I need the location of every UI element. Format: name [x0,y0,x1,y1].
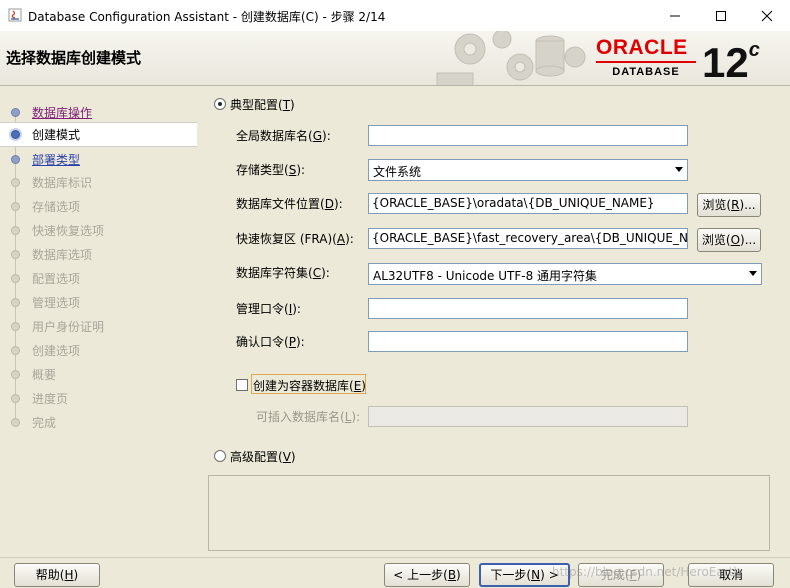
step-label: 数据库标识 [32,176,93,190]
watermark: https://blog.csdn.net/HeroEarth [552,565,741,579]
advanced-config-label[interactable]: 高级配置(V) [230,448,296,465]
admin-password-field[interactable] [368,298,688,319]
step-1[interactable]: 数据库操作 [0,101,197,123]
advanced-config-radio[interactable] [214,450,226,462]
step-label: 配置选项 [32,272,81,286]
step-label: 用户身份证明 [32,320,105,334]
page-title: 选择数据库创建模式 [6,49,142,67]
step-label: 部署类型 [32,153,81,167]
step-label: 数据库操作 [32,106,93,120]
step-indicator-icon [11,155,20,164]
maximize-button[interactable] [698,0,744,31]
db-file-location-label: 数据库文件位置(D): [236,197,343,211]
step-indicator-icon [11,226,20,235]
charset-select[interactable]: AL32UTF8 - Unicode UTF-8 通用字符集 [368,263,762,285]
step-5: 存储选项 [0,195,197,217]
step-indicator-icon [11,322,20,331]
info-panel [208,475,770,551]
confirm-password-label: 确认口令(P): [236,335,305,349]
step-label: 创建选项 [32,344,81,358]
step-indicator-icon [11,274,20,283]
step-indicator-icon [11,250,20,259]
step-indicator-icon [11,394,20,403]
step-4: 数据库标识 [0,171,197,193]
help-button[interactable]: 帮助(H) [14,563,100,587]
step-indicator-icon [11,346,20,355]
typical-config-radio[interactable] [214,98,226,110]
step-indicator-icon [11,130,20,139]
step-11: 创建选项 [0,339,197,361]
close-icon [761,10,773,22]
step-12: 概要 [0,363,197,385]
fra-location-field[interactable]: {ORACLE_BASE}\fast_recovery_area\{DB_UNI… [368,228,688,249]
chevron-down-icon [675,167,683,172]
step-8: 配置选项 [0,267,197,289]
step-7: 数据库选项 [0,243,197,265]
step-3[interactable]: 部署类型 [0,148,197,170]
step-2[interactable]: 创建模式 [0,122,197,147]
pluggable-db-name-field [368,406,688,427]
global-db-name-field[interactable] [368,125,688,146]
storage-type-select[interactable]: 文件系统 [368,159,688,181]
content-panel: 典型配置(T) 全局数据库名(G): 存储类型(S): 文件系统 数据库文件位置… [205,90,775,552]
charset-label: 数据库字符集(C): [236,266,330,280]
step-14: 完成 [0,411,197,433]
oracle-logo: ORACLE DATABASE [596,37,700,78]
close-button[interactable] [744,0,790,31]
step-indicator-icon [11,202,20,211]
container-db-label[interactable]: 创建为容器数据库(E) [253,377,366,394]
java-app-icon [8,8,22,22]
minimize-button[interactable] [652,0,698,31]
minimize-icon [670,15,680,17]
confirm-password-field[interactable] [368,331,688,352]
oracle-version: 12c [702,39,760,86]
admin-password-label: 管理口令(I): [236,302,301,316]
footer-divider [0,557,790,558]
db-file-location-field[interactable]: {ORACLE_BASE}\oradata\{DB_UNIQUE_NAME} [368,193,688,214]
step-9: 管理选项 [0,291,197,313]
back-button[interactable]: < 上一步(B) [384,563,470,587]
browse-db-location-button[interactable]: 浏览(R)... [697,193,761,217]
step-indicator-icon [11,298,20,307]
gears-icon [436,31,586,85]
step-10: 用户身份证明 [0,315,197,337]
fra-label: 快速恢复区 (FRA)(A): [236,232,354,246]
typical-config-label[interactable]: 典型配置(T) [230,96,295,113]
maximize-icon [716,11,726,21]
browse-fra-button[interactable]: 浏览(O)... [697,228,761,252]
step-indicator-icon [11,418,20,427]
step-13: 进度页 [0,387,197,409]
storage-type-label: 存储类型(S): [236,163,306,177]
step-label: 快速恢复选项 [32,224,105,238]
step-indicator-icon [11,370,20,379]
step-label: 完成 [32,416,57,430]
step-label: 数据库选项 [32,248,93,262]
window-title: Database Configuration Assistant - 创建数据库… [28,10,386,24]
step-label: 创建模式 [32,128,81,142]
oracle-brand: ORACLE [596,36,688,59]
step-indicator-icon [11,108,20,117]
chevron-down-icon [749,271,757,276]
step-6: 快速恢复选项 [0,219,197,241]
header-banner: 选择数据库创建模式 ORACLE DATABASE 12c [0,31,790,86]
step-label: 进度页 [32,392,69,406]
pluggable-db-name-label: 可插入数据库名(L): [256,410,361,424]
step-indicator-icon [11,178,20,187]
step-label: 概要 [32,368,57,382]
container-db-checkbox[interactable] [236,379,248,391]
global-db-name-label: 全局数据库名(G): [236,129,331,143]
step-label: 管理选项 [32,296,81,310]
step-label: 存储选项 [32,200,81,214]
oracle-product: DATABASE [612,66,680,78]
title-bar: Database Configuration Assistant - 创建数据库… [0,0,790,32]
